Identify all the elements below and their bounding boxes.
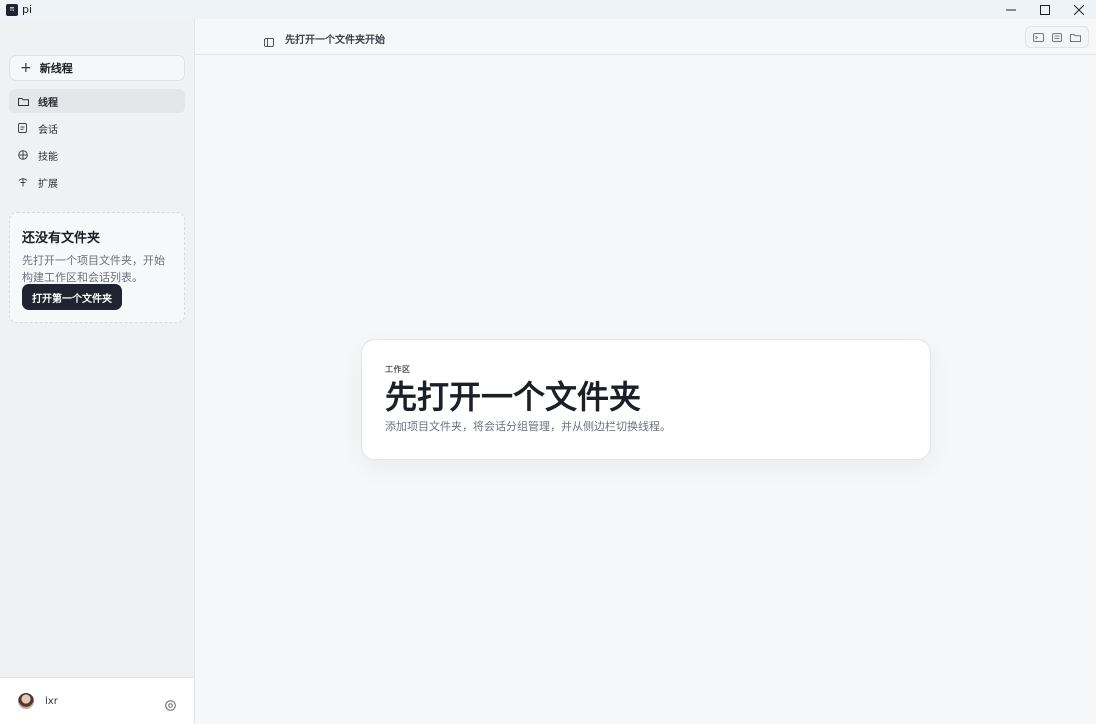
sidebar-item-extensions[interactable]: 扩展 xyxy=(9,170,185,194)
top-bar: 先打开一个文件夹开始 xyxy=(195,19,1096,55)
hero-eyebrow: 工作区 xyxy=(385,365,411,374)
sidebar-item-label: 会话 xyxy=(38,124,58,136)
maximize-button[interactable] xyxy=(1028,0,1062,19)
maximize-icon xyxy=(1040,4,1050,15)
window-controls xyxy=(994,0,1096,19)
settings-icon[interactable] xyxy=(165,696,176,715)
topbar-actions xyxy=(1025,26,1089,48)
close-button[interactable] xyxy=(1062,0,1096,19)
document-icon xyxy=(18,123,32,133)
app-logo-icon: π xyxy=(6,3,18,16)
page-title: 先打开一个文件夹开始 xyxy=(285,35,385,46)
empty-state-title: 还没有文件夹 xyxy=(22,231,101,246)
minimize-icon xyxy=(1006,9,1016,10)
sidebar-item-label: 线程 xyxy=(38,97,58,109)
hero-subtitle: 添加项目文件夹，将会话分组管理，并从侧边栏切换线程。 xyxy=(385,420,671,433)
folder-icon xyxy=(18,97,32,106)
workspace-hero-card: 工作区 先打开一个文件夹 添加项目文件夹，将会话分组管理，并从侧边栏切换线程。 xyxy=(361,339,931,460)
sidebar-item-threads[interactable]: 线程 xyxy=(9,89,185,113)
new-thread-label: 新线程 xyxy=(39,62,73,75)
notes-icon[interactable] xyxy=(1052,32,1062,42)
avatar[interactable] xyxy=(18,693,34,709)
user-footer: lxr xyxy=(0,677,194,724)
minimize-button[interactable] xyxy=(994,0,1028,19)
window-titlebar: π pi xyxy=(0,0,1096,19)
empty-state-description: 先打开一个项目文件夹，开始构建工作区和会话列表。 xyxy=(22,254,165,284)
sidebar: + 新线程 线程 会话 技能 扩展 还没有文件夹 先打开一个项目文件夹，开始构建… xyxy=(0,19,195,724)
terminal-icon[interactable] xyxy=(1033,32,1044,42)
cube-icon xyxy=(18,150,32,160)
window-title: pi xyxy=(22,3,33,16)
sidebar-item-skills[interactable]: 技能 xyxy=(9,143,185,167)
plug-icon xyxy=(18,177,32,187)
sidebar-item-sessions[interactable]: 会话 xyxy=(9,116,185,140)
empty-folder-card: 还没有文件夹 先打开一个项目文件夹，开始构建工作区和会话列表。 打开第一个文件夹 xyxy=(9,212,185,323)
hero-title: 先打开一个文件夹 xyxy=(385,378,642,416)
sidebar-item-label: 扩展 xyxy=(38,178,58,190)
plus-icon: + xyxy=(20,60,32,76)
close-icon xyxy=(1074,4,1084,15)
username: lxr xyxy=(45,695,58,707)
sidebar-item-label: 技能 xyxy=(38,151,58,163)
sidebar-toggle-icon[interactable] xyxy=(264,32,274,51)
open-first-folder-button[interactable]: 打开第一个文件夹 xyxy=(22,284,122,310)
folder-icon[interactable] xyxy=(1070,33,1081,42)
new-thread-button[interactable]: + 新线程 xyxy=(9,55,185,81)
